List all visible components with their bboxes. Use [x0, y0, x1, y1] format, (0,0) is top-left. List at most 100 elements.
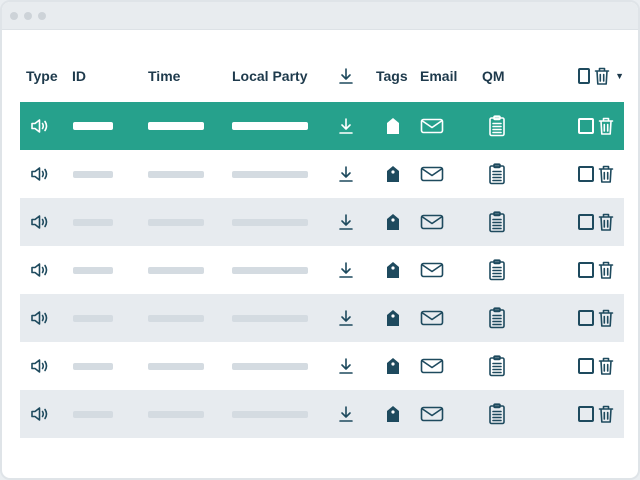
download-icon[interactable] — [338, 165, 354, 183]
caret-down-icon[interactable]: ▼ — [615, 71, 624, 81]
cell-id — [72, 342, 148, 390]
column-header-email[interactable]: Email — [420, 50, 482, 102]
table-row[interactable] — [20, 102, 624, 150]
time-placeholder — [148, 170, 204, 178]
row-checkbox[interactable] — [578, 166, 594, 182]
column-header-local-party[interactable]: Local Party — [232, 50, 332, 102]
download-icon[interactable] — [338, 405, 354, 423]
cell-tags — [376, 102, 420, 150]
column-header-actions: ▼ — [538, 50, 624, 102]
cell-local-party — [232, 246, 332, 294]
row-checkbox[interactable] — [578, 118, 594, 134]
clipboard-icon[interactable] — [488, 307, 506, 329]
row-checkbox[interactable] — [578, 214, 594, 230]
trash-icon[interactable] — [598, 164, 614, 184]
download-icon[interactable] — [338, 117, 354, 135]
trash-icon[interactable] — [594, 66, 610, 86]
trash-icon[interactable] — [598, 116, 614, 136]
clipboard-icon[interactable] — [488, 211, 506, 233]
clipboard-icon[interactable] — [488, 115, 506, 137]
download-icon[interactable] — [338, 67, 354, 85]
column-header-type[interactable]: Type — [20, 50, 72, 102]
clipboard-icon[interactable] — [488, 355, 506, 377]
time-placeholder — [148, 122, 204, 130]
cell-local-party — [232, 102, 332, 150]
cell-id — [72, 294, 148, 342]
tag-icon[interactable] — [386, 309, 400, 327]
cell-local-party — [232, 342, 332, 390]
envelope-icon[interactable] — [420, 262, 444, 278]
table-row[interactable] — [20, 246, 624, 294]
time-placeholder — [148, 410, 204, 418]
envelope-icon[interactable] — [420, 214, 444, 230]
clipboard-icon[interactable] — [488, 259, 506, 281]
table-row[interactable] — [20, 390, 624, 438]
download-icon[interactable] — [338, 213, 354, 231]
tag-icon[interactable] — [386, 357, 400, 375]
column-header-id[interactable]: ID — [72, 50, 148, 102]
select-all-checkbox[interactable] — [578, 68, 591, 84]
cell-qm — [482, 390, 538, 438]
column-header-download[interactable] — [332, 50, 376, 102]
app-window: Type ID Time Local Party Tags Email QM ▼ — [0, 0, 640, 480]
cell-tags — [376, 390, 420, 438]
download-icon[interactable] — [338, 357, 354, 375]
trash-icon[interactable] — [598, 404, 614, 424]
local-party-placeholder — [232, 170, 308, 178]
cell-email — [420, 342, 482, 390]
local-party-placeholder — [232, 218, 308, 226]
row-checkbox[interactable] — [578, 310, 594, 326]
cell-download — [332, 246, 376, 294]
cell-type — [20, 246, 72, 294]
id-placeholder — [73, 170, 113, 178]
local-party-placeholder — [232, 266, 308, 274]
cell-actions — [538, 102, 624, 150]
time-placeholder — [148, 218, 204, 226]
clipboard-icon[interactable] — [488, 403, 506, 425]
tag-icon[interactable] — [386, 213, 400, 231]
cell-local-party — [232, 294, 332, 342]
cell-time — [148, 390, 232, 438]
table-row[interactable] — [20, 150, 624, 198]
tag-icon[interactable] — [386, 165, 400, 183]
trash-icon[interactable] — [598, 260, 614, 280]
envelope-icon[interactable] — [420, 118, 444, 134]
id-placeholder — [73, 314, 113, 322]
download-icon[interactable] — [338, 261, 354, 279]
cell-email — [420, 198, 482, 246]
tag-icon[interactable] — [386, 117, 400, 135]
cell-email — [420, 246, 482, 294]
trash-icon[interactable] — [598, 212, 614, 232]
tag-icon[interactable] — [386, 405, 400, 423]
window-dot-minimize[interactable] — [24, 11, 32, 20]
row-checkbox[interactable] — [578, 262, 594, 278]
envelope-icon[interactable] — [420, 406, 444, 422]
cell-type — [20, 390, 72, 438]
trash-icon[interactable] — [598, 308, 614, 328]
cell-id — [72, 102, 148, 150]
table-row[interactable] — [20, 294, 624, 342]
cell-local-party — [232, 390, 332, 438]
cell-time — [148, 342, 232, 390]
envelope-icon[interactable] — [420, 166, 444, 182]
envelope-icon[interactable] — [420, 358, 444, 374]
cell-type — [20, 150, 72, 198]
table-row[interactable] — [20, 342, 624, 390]
column-header-qm[interactable]: QM — [482, 50, 538, 102]
envelope-icon[interactable] — [420, 310, 444, 326]
trash-icon[interactable] — [598, 356, 614, 376]
column-header-tags[interactable]: Tags — [376, 50, 420, 102]
row-checkbox[interactable] — [578, 358, 594, 374]
time-placeholder — [148, 266, 204, 274]
tag-icon[interactable] — [386, 261, 400, 279]
row-checkbox[interactable] — [578, 406, 594, 422]
column-header-time[interactable]: Time — [148, 50, 232, 102]
clipboard-icon[interactable] — [488, 163, 506, 185]
cell-download — [332, 150, 376, 198]
local-party-placeholder — [232, 410, 308, 418]
id-placeholder — [73, 122, 113, 130]
window-dot-close[interactable] — [10, 11, 18, 20]
window-dot-maximize[interactable] — [38, 11, 46, 20]
download-icon[interactable] — [338, 309, 354, 327]
table-row[interactable] — [20, 198, 624, 246]
